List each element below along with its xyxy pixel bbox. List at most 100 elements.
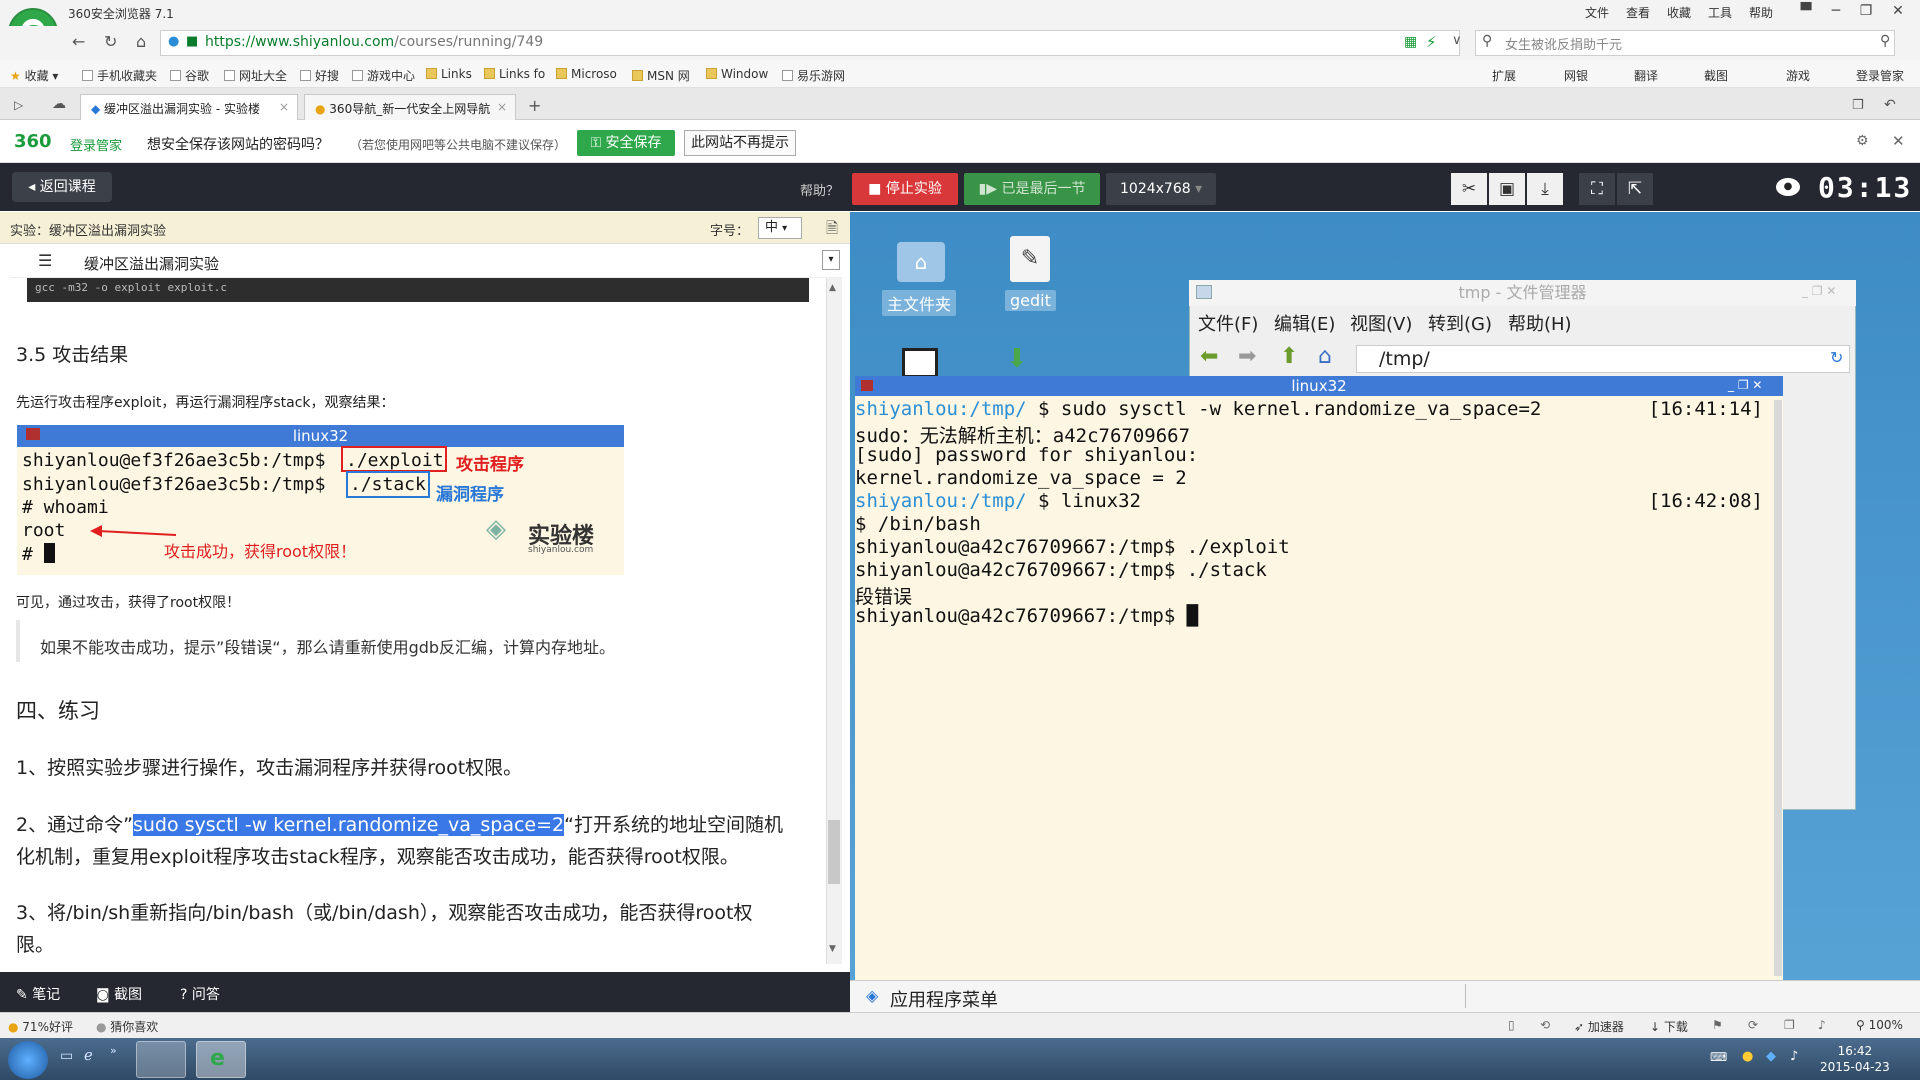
- app-menu-icon[interactable]: ◈: [866, 986, 878, 1005]
- guess-you-like[interactable]: ● 猜你喜欢: [96, 1018, 158, 1035]
- taskbar-app-browser[interactable]: e: [196, 1041, 246, 1078]
- fm-menu-file[interactable]: 文件(F): [1198, 310, 1258, 336]
- fm-menu-edit[interactable]: 编辑(E): [1274, 310, 1335, 336]
- speed-mode-icon[interactable]: ⚡: [1426, 33, 1437, 51]
- gedit-icon[interactable]: ✎: [1010, 236, 1050, 282]
- font-size-select[interactable]: 中 ▾: [758, 217, 802, 239]
- compat-mode-icon[interactable]: ▦: [1404, 34, 1417, 50]
- tray-qq-icon[interactable]: ●: [1742, 1049, 1753, 1064]
- pw-save-button[interactable]: ⚿ 安全保存: [577, 130, 675, 156]
- notes-button[interactable]: ✎ 笔记: [16, 984, 60, 1004]
- zoom-level[interactable]: ⚲ 100%: [1856, 1018, 1903, 1032]
- tab-list-icon[interactable]: ❐: [1852, 98, 1864, 113]
- selected-command[interactable]: sudo sysctl -w kernel.randomize_va_space…: [132, 814, 565, 836]
- bookmark-windows[interactable]: Window: [706, 67, 768, 81]
- share-icon[interactable]: ⟲: [1540, 1018, 1550, 1032]
- toolbar-bank[interactable]: 网银: [1564, 67, 1588, 84]
- bookmark-msn[interactable]: MSN 网: [632, 67, 690, 84]
- tray-volume-icon[interactable]: ♪: [1790, 1049, 1798, 1064]
- bookmark-mobile[interactable]: 手机收藏夹: [82, 67, 157, 84]
- desktop-home-label[interactable]: 主文件夹: [882, 290, 957, 316]
- last-section-button[interactable]: ▮▶ 已是最后一节: [964, 173, 1100, 205]
- start-button[interactable]: [8, 1041, 48, 1079]
- help-link[interactable]: 帮助？: [800, 180, 839, 199]
- toc-dropdown-icon[interactable]: ▾: [822, 250, 840, 270]
- settings-gear-icon[interactable]: ⚙: [1856, 133, 1869, 149]
- toolbar-screenshot[interactable]: 截图: [1704, 67, 1728, 84]
- bookmark-links-fo[interactable]: Links fo: [484, 67, 545, 81]
- menu-help[interactable]: 帮助: [1749, 4, 1773, 21]
- fm-back-icon[interactable]: ⬅: [1200, 344, 1218, 369]
- url-dropdown-icon[interactable]: ∨: [1452, 33, 1462, 48]
- menu-tools[interactable]: 工具: [1708, 4, 1732, 21]
- document-icon[interactable]: 🗎: [826, 218, 838, 243]
- refresh-icon[interactable]: ↻: [104, 32, 117, 51]
- pw-never-button[interactable]: 此网站不再提示: [684, 130, 796, 156]
- open-external-icon[interactable]: ⇱: [1617, 173, 1653, 205]
- volume-icon[interactable]: ♪: [1818, 1018, 1826, 1032]
- bookmark-game[interactable]: 游戏中心: [352, 67, 415, 84]
- bookmark-favorites[interactable]: ★ 收藏 ▾: [10, 67, 58, 84]
- bookmark-links[interactable]: Links: [426, 67, 472, 81]
- stop-lab-button[interactable]: ■ 停止实验: [852, 173, 958, 205]
- fm-home-icon[interactable]: ⌂: [1318, 344, 1332, 369]
- scroll-down-icon[interactable]: ▼: [829, 944, 836, 954]
- qa-button[interactable]: ? 问答: [180, 984, 220, 1004]
- toc-menu-icon[interactable]: ☰: [38, 251, 52, 270]
- app-menu-label[interactable]: 应用程序菜单: [890, 986, 998, 1012]
- downloads[interactable]: ↓ 下载: [1650, 1018, 1688, 1035]
- terminal-scrollbar[interactable]: [1774, 400, 1782, 976]
- fm-path-input[interactable]: /tmp/: [1356, 345, 1850, 373]
- sidebar-toggle-icon[interactable]: ▷: [14, 98, 23, 112]
- tray-keyboard-icon[interactable]: ⌨: [1710, 1050, 1727, 1064]
- scroll-thumb[interactable]: [828, 820, 840, 884]
- accelerator[interactable]: ➶ 加速器: [1574, 1018, 1624, 1035]
- scroll-up-icon[interactable]: ▲: [829, 283, 836, 293]
- screenshot-button[interactable]: ◙ 截图: [96, 984, 142, 1004]
- phone-status-icon[interactable]: ▯: [1508, 1018, 1515, 1032]
- taskbar-clock[interactable]: 16:42 2015-04-23: [1820, 1043, 1890, 1075]
- undo-close-icon[interactable]: ↶: [1884, 97, 1896, 113]
- show-desktop-icon[interactable]: ▭: [60, 1048, 73, 1064]
- tab-close-icon[interactable]: ×: [497, 100, 507, 114]
- new-tab-icon[interactable]: +: [528, 96, 541, 115]
- rating[interactable]: ● 71%好评: [8, 1018, 73, 1035]
- minimize-button[interactable]: ─: [1822, 0, 1850, 22]
- toolbar-login-manager[interactable]: 登录管家: [1856, 67, 1904, 84]
- download-desktop-icon[interactable]: ⬇: [1006, 344, 1028, 374]
- tray-shield-icon[interactable]: ◆: [1766, 1049, 1776, 1064]
- bookmark-haosou[interactable]: 好搜: [300, 67, 339, 84]
- menu-favorites[interactable]: 收藏: [1667, 4, 1691, 21]
- home-icon[interactable]: ⌂: [136, 32, 146, 51]
- flag-icon[interactable]: ⚑: [1712, 1018, 1723, 1032]
- fm-window-controls[interactable]: _ ❐ ✕: [1802, 284, 1836, 298]
- bookmark-google[interactable]: 谷歌: [170, 67, 209, 84]
- url-text[interactable]: https://www.shiyanlou.com/courses/runnin…: [205, 34, 543, 50]
- resolution-select[interactable]: 1024x768 ▾: [1106, 173, 1216, 205]
- back-icon[interactable]: ←: [72, 32, 85, 51]
- toolbar-games[interactable]: 游戏: [1786, 67, 1810, 84]
- quicklaunch-more-icon[interactable]: »: [110, 1044, 117, 1057]
- cut-icon[interactable]: ✂: [1451, 173, 1487, 205]
- cloud-icon[interactable]: ☁: [52, 96, 66, 112]
- window-icon[interactable]: ❐: [1784, 1018, 1795, 1032]
- tab-second[interactable]: ● 360导航_新一代安全上网导航 ×: [304, 94, 516, 120]
- ie-icon[interactable]: ℯ: [84, 1046, 93, 1064]
- tab-close-icon[interactable]: ×: [279, 100, 289, 114]
- menu-file[interactable]: 文件: [1585, 4, 1609, 21]
- bookmark-hao[interactable]: 网址大全: [224, 67, 287, 84]
- terminal-window-controls[interactable]: _ ❐ ✕: [1728, 378, 1762, 392]
- back-to-course-button[interactable]: ◂ 返回课程: [12, 172, 112, 202]
- download-icon[interactable]: ⤓: [1527, 173, 1563, 205]
- tab-active[interactable]: ◆ 缓冲区溢出漏洞实验 - 实验楼 ×: [80, 94, 298, 120]
- search-go-icon[interactable]: ⚲: [1880, 33, 1890, 49]
- fm-forward-icon[interactable]: ➡: [1238, 344, 1256, 369]
- bookmark-yile[interactable]: 易乐游网: [782, 67, 845, 84]
- home-folder-icon[interactable]: ⌂: [897, 242, 945, 282]
- terminal-title[interactable]: linux32: [855, 376, 1783, 396]
- screen-copy-icon[interactable]: ▣: [1489, 173, 1525, 205]
- menu-view[interactable]: 查看: [1626, 4, 1650, 21]
- fm-menu-view[interactable]: 视图(V): [1350, 310, 1412, 336]
- terminal-desktop-icon[interactable]: [902, 348, 938, 378]
- desktop-gedit-label[interactable]: gedit: [1005, 290, 1056, 311]
